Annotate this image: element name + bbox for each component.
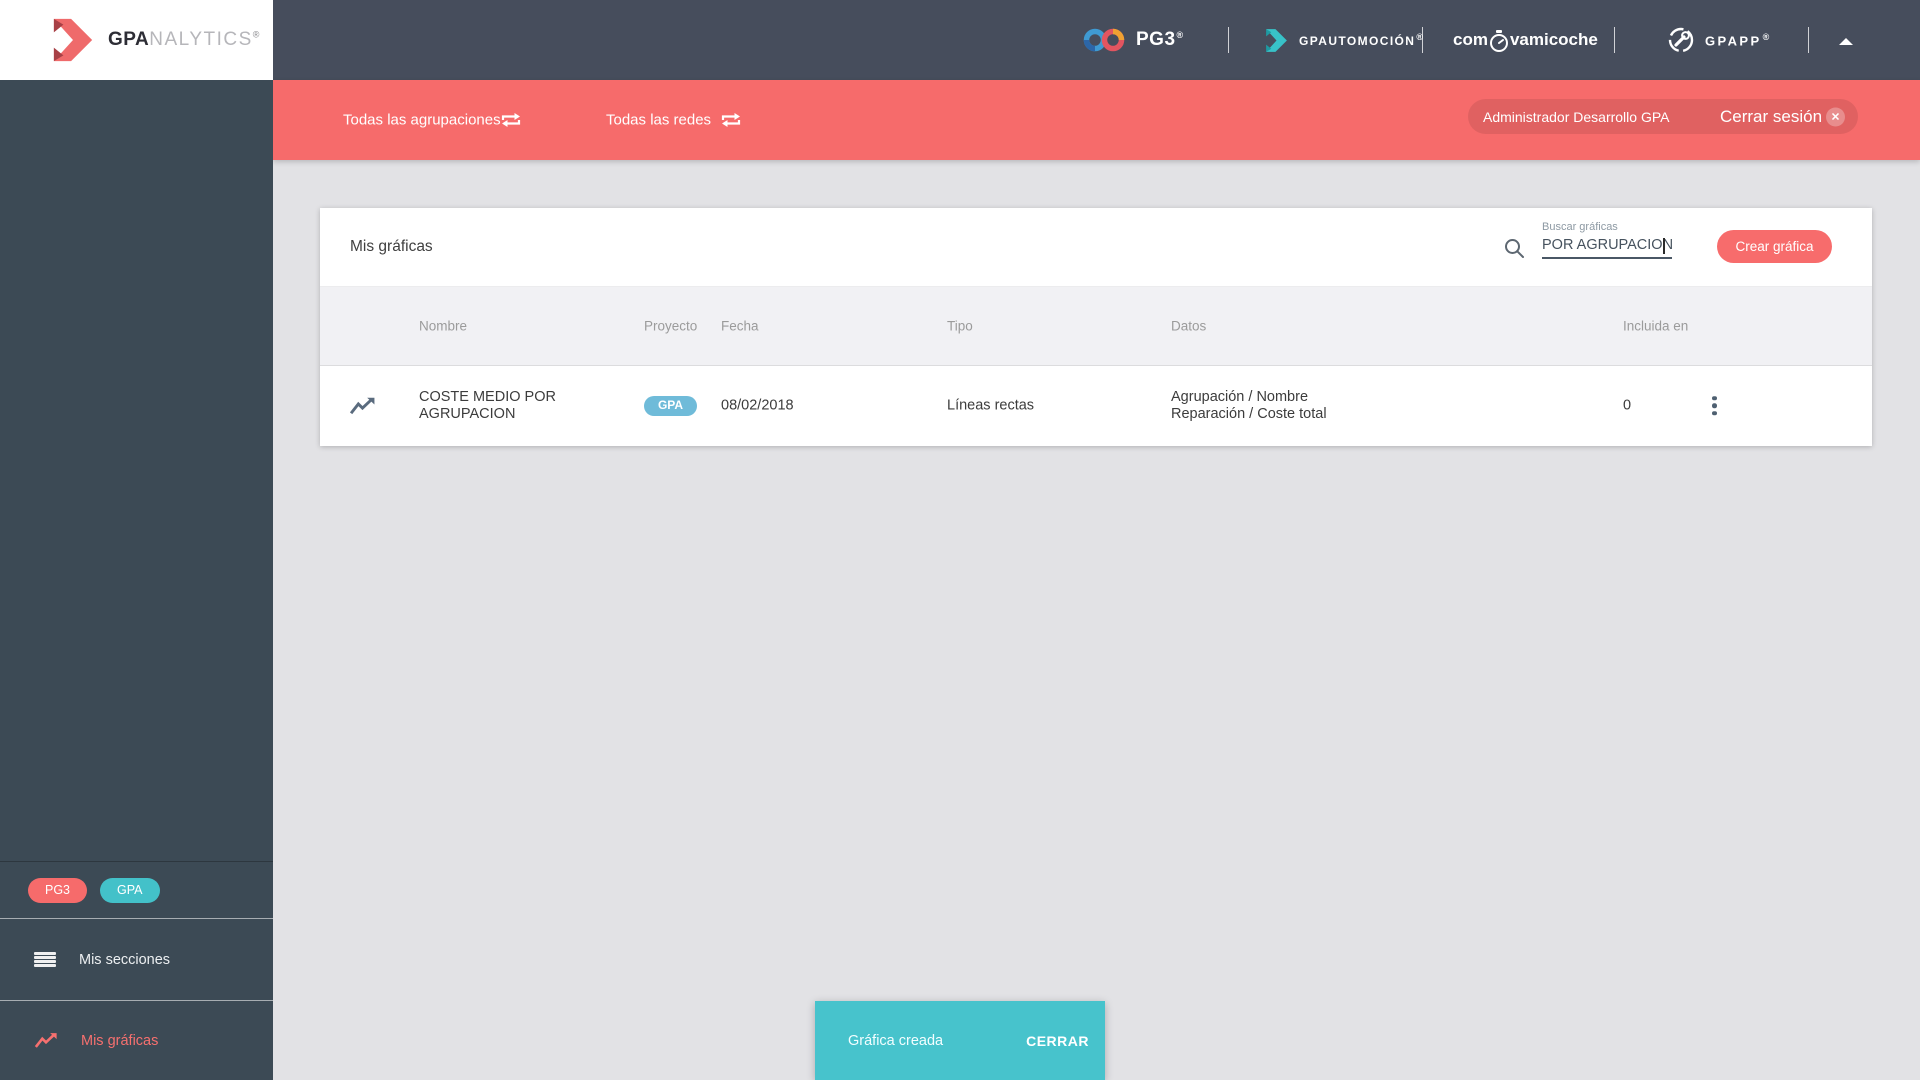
badge-pg3[interactable]: PG3 (28, 877, 88, 903)
table-row[interactable]: COSTE MEDIO POR AGRUPACION GPA 08/02/201… (320, 366, 1872, 445)
sidebar: GPANALYTICS® PG3 GPA Mis secciones Mis g… (0, 0, 273, 1080)
header-divider (1808, 27, 1809, 53)
app-switch-gpautomocion[interactable]: GPAUTOMOCIÓN® (1263, 0, 1424, 80)
my-charts-card: Mis gráficas Buscar gráficas Crear gráfi… (320, 208, 1872, 446)
gpapp-label: GPAPP® (1705, 31, 1772, 49)
gpautomocion-arrow-icon (1266, 28, 1287, 52)
sidebar-item-mis-graficas[interactable]: Mis gráficas (0, 1000, 273, 1080)
chevron-up-icon[interactable] (1839, 38, 1853, 45)
groupings-filter-label: Todas las agrupaciones (343, 111, 501, 129)
pg3-label: PG3® (1136, 29, 1184, 50)
logout-close-icon[interactable]: ✕ (1826, 107, 1845, 126)
chart-date: 08/02/2018 (721, 397, 794, 413)
project-badge: GPA (644, 395, 697, 416)
search-field-label: Buscar gráficas (1542, 221, 1618, 233)
included-in-count: 0 (1623, 397, 1632, 413)
create-chart-button[interactable]: Crear gráfica (1717, 230, 1832, 263)
column-header-nombre: Nombre (419, 318, 468, 334)
comprovamicoche-prefix: com (1453, 30, 1488, 49)
search-underline (1542, 257, 1672, 259)
sidebar-item-label: Mis secciones (79, 951, 171, 968)
page-title: Mis gráficas (350, 238, 433, 255)
chart-name: COSTE MEDIO POR AGRUPACION (419, 388, 556, 422)
search-input[interactable] (1542, 237, 1672, 253)
badge-gpa[interactable]: GPA (100, 877, 160, 903)
comprovamicoche-suffix: vamicoche (1509, 30, 1598, 49)
gpautomocion-label: GPAUTOMOCIÓN® (1299, 32, 1425, 48)
column-header-datos: Datos (1171, 318, 1207, 334)
gpanalytics-logo[interactable]: GPANALYTICS® (0, 0, 273, 80)
header-divider (1228, 27, 1229, 53)
column-header-tipo: Tipo (947, 318, 973, 334)
networks-filter-label: Todas las redes (606, 111, 712, 129)
swap-groupings-icon[interactable] (500, 111, 522, 129)
header-divider (1614, 27, 1615, 53)
stopwatch-icon (1489, 29, 1508, 52)
header-divider (1422, 27, 1423, 53)
table-header: Nombre Proyecto Fecha Tipo Datos Incluid… (320, 287, 1872, 366)
user-session-pill: Administrador Desarrollo GPA Cerrar sesi… (1468, 99, 1858, 134)
sidebar-bottom-panel: PG3 GPA Mis secciones Mis gráficas (0, 861, 273, 1080)
text-caret (1663, 238, 1665, 254)
line-chart-icon (34, 1033, 57, 1048)
app-switch-comprovamicoche[interactable]: com vamicoche (1453, 0, 1598, 80)
snackbar: Gráfica creada CERRAR (815, 1001, 1105, 1080)
gpanalytics-label: GPANALYTICS® (108, 29, 260, 50)
column-header-fecha: Fecha (721, 318, 759, 334)
card-header: Mis gráficas Buscar gráficas Crear gráfi… (320, 208, 1872, 287)
search-icon[interactable] (1503, 237, 1526, 260)
gpanalytics-arrow-icon (53, 18, 93, 62)
user-name: Administrador Desarrollo GPA (1483, 108, 1670, 125)
sidebar-item-label: Mis gráficas (81, 1032, 159, 1049)
chart-type: Líneas rectas (947, 397, 1035, 413)
row-actions-menu-icon[interactable] (1712, 395, 1717, 416)
pg3-infinity-icon (1083, 28, 1125, 52)
gpapp-wrench-icon (1668, 27, 1694, 53)
column-header-proyecto: Proyecto (644, 318, 698, 334)
filter-bar: Todas las agrupaciones Todas las redes A… (273, 80, 1920, 160)
snackbar-message: Gráfica creada (848, 1032, 944, 1049)
swap-networks-icon[interactable] (720, 111, 742, 129)
search-field: Buscar gráficas (1542, 221, 1672, 259)
sidebar-badges: PG3 GPA (0, 862, 273, 918)
app-switch-pg3[interactable]: PG3® (1082, 0, 1184, 80)
menu-icon (34, 952, 56, 967)
line-chart-icon (349, 397, 375, 414)
snackbar-close-button[interactable]: CERRAR (1026, 1033, 1089, 1049)
sidebar-item-mis-secciones[interactable]: Mis secciones (0, 918, 273, 1000)
app-switch-gpapp[interactable]: GPAPP® (1666, 0, 1772, 80)
chart-data-fields: Agrupación / Nombre Reparación / Coste t… (1171, 388, 1327, 422)
logout-button[interactable]: Cerrar sesión (1720, 107, 1822, 127)
app-header: PG3® GPAUTOMOCIÓN® com vamicoche GPAPP® (0, 0, 1920, 80)
column-header-incluida: Incluida en (1623, 318, 1689, 334)
